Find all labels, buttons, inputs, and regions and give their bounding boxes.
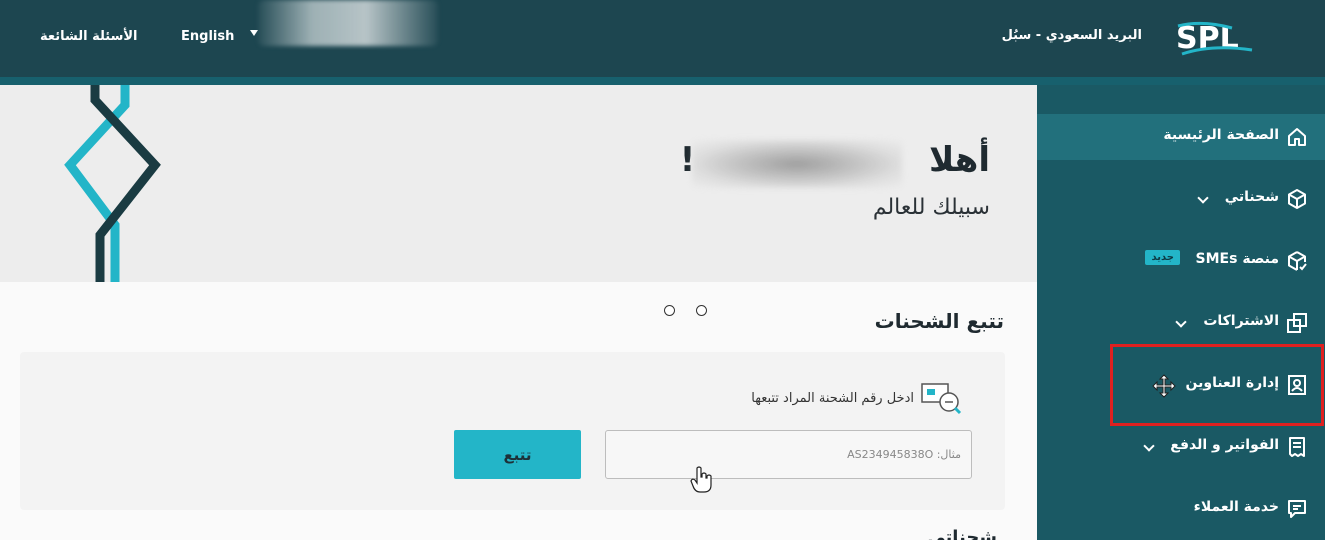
track-button[interactable]: تتبع	[454, 430, 581, 479]
chevron-down-icon	[1197, 192, 1209, 204]
receipt-icon	[1289, 437, 1305, 457]
sidebar-item-customer-service[interactable]: خدمة العملاء	[1037, 486, 1325, 532]
box-icon	[1288, 189, 1306, 209]
decorative-pattern	[64, 85, 161, 282]
sidebar-item-billing[interactable]: الفواتير و الدفع	[1037, 424, 1325, 470]
language-switch-link[interactable]: English	[181, 29, 234, 44]
new-badge: جديد	[1145, 250, 1180, 265]
sidebar-item-subscriptions[interactable]: الاشتراكات	[1037, 300, 1325, 346]
sidebar-item-label: الاشتراكات	[1203, 313, 1279, 329]
top-bar-accent	[0, 77, 1325, 85]
sidebar-item-smes[interactable]: منصة SMEs	[1037, 238, 1325, 284]
my-shipments-heading: شحناتي	[927, 527, 997, 540]
sidebar-item-shipments[interactable]: شحناتي	[1037, 176, 1325, 222]
sidebar-item-label: شحناتي	[1224, 189, 1279, 205]
move-cursor-icon	[1152, 374, 1176, 398]
user-menu[interactable]	[250, 0, 440, 50]
home-icon	[1288, 128, 1306, 146]
package-check-icon	[1288, 251, 1307, 271]
carousel-dot[interactable]	[696, 305, 707, 316]
copy-icon	[1287, 313, 1307, 333]
hero-subtitle: سبيلك للعالم	[872, 195, 990, 220]
sidebar: الصفحة الرئيسية شحناتي منصة SMEs جديد ال…	[1037, 85, 1325, 540]
blurred-user-name	[692, 140, 902, 188]
chat-icon	[1288, 500, 1306, 518]
tracking-search-icon	[921, 383, 962, 415]
highlight-annotation	[1110, 344, 1324, 426]
sidebar-item-label: الصفحة الرئيسية	[1163, 127, 1279, 143]
carousel-dot[interactable]	[664, 305, 675, 316]
sidebar-item-label: الفواتير و الدفع	[1170, 437, 1279, 453]
blurred-user-name	[258, 0, 438, 46]
spl-logo[interactable]: SPL	[1172, 14, 1256, 62]
tracking-hint: ادخل رقم الشحنة المراد تتبعها	[751, 391, 914, 406]
brand-name: البريد السعودي - سبُل	[1001, 28, 1142, 43]
chevron-down-icon	[1175, 316, 1187, 328]
hand-cursor-icon	[690, 466, 712, 493]
chevron-down-icon	[1143, 440, 1155, 452]
sidebar-item-label: منصة SMEs	[1195, 251, 1279, 267]
chevron-down-icon	[250, 30, 258, 36]
tracking-title: تتبع الشحنات	[874, 309, 1004, 333]
faq-link[interactable]: الأسئلة الشائعة	[40, 29, 138, 44]
sidebar-item-label: خدمة العملاء	[1193, 499, 1279, 515]
top-bar: SPL البريد السعودي - سبُل English الأسئل…	[0, 0, 1325, 85]
sidebar-item-home[interactable]: الصفحة الرئيسية	[1037, 114, 1325, 160]
tracking-number-input[interactable]	[605, 430, 972, 479]
